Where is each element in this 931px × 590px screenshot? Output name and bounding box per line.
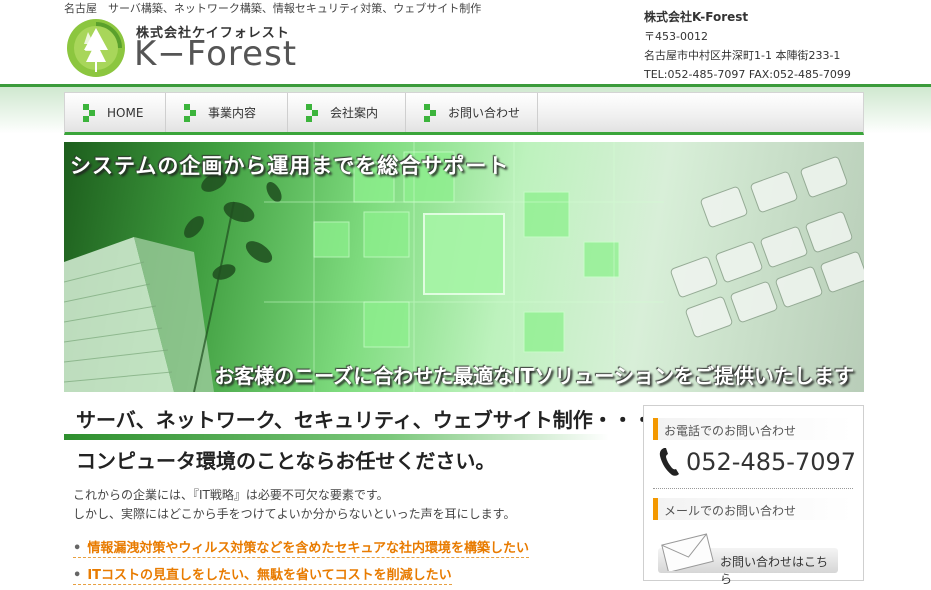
company-tel-fax: TEL:052-485-7097 FAX:052-485-7099: [644, 68, 851, 81]
main-nav: HOME 事業内容 会社案内 お問い合わせ: [64, 92, 864, 135]
phone-contact-label: お電話でのお問い合わせ: [653, 418, 853, 440]
banner-subline: お客様のニーズに合わせた最適なITソリューションをご提供いたします: [214, 364, 854, 388]
mail-contact-label: メールでのお問い合わせ: [653, 498, 853, 520]
nav-item-home[interactable]: HOME: [65, 93, 166, 132]
company-info: 株式会社K-Forest 〒453-0012 名古屋市中村区井深町1-1 本陣街…: [644, 8, 851, 84]
nav-item-label: 事業内容: [208, 106, 257, 120]
service-link-cost[interactable]: ITコストの見直しをしたい、無駄を省いてコストを削減したい: [73, 564, 452, 585]
site-tagline: 名古屋 サーバ構築、ネットワーク構築、情報セキュリティ対策、ウェブサイト制作: [64, 2, 482, 15]
nav-item-label: HOME: [107, 105, 144, 120]
mail-contact-button[interactable]: お問い合わせはこちら: [658, 531, 838, 586]
nav-item-label: お問い合わせ: [448, 106, 521, 120]
company-postal: 〒453-0012: [644, 30, 708, 43]
site-logo[interactable]: 株式会社ケイフォレスト K−Forest: [66, 18, 306, 80]
nav-bullet-icon: [306, 103, 320, 122]
intro-paragraph: これからの企業には、『IT戦略』は必要不可欠な要素です。 しかし、実際にはどこか…: [73, 486, 515, 524]
tree-logo-icon: [67, 19, 125, 77]
main-heading: サーバ、ネットワーク、セキュリティ、ウェブサイト制作・・・: [76, 408, 653, 432]
phone-icon: [659, 448, 679, 476]
phone-contact[interactable]: 052-485-7097: [658, 446, 856, 478]
heading-underline: [64, 434, 609, 440]
contact-box: お電話でのお問い合わせ 052-485-7097 メールでのお問い合わせ お問い…: [643, 405, 864, 586]
company-address: 名古屋市中村区井深町1-1 本陣街233-1: [644, 49, 841, 62]
nav-bullet-icon: [83, 103, 97, 122]
banner-headline: システムの企画から運用までを総合サポート: [70, 154, 510, 178]
intro-line-2: しかし、実際にはどこから手をつけてよいか分からないといった声を耳にします。: [73, 507, 516, 521]
envelope-icon: [661, 533, 714, 571]
phone-number: 052-485-7097: [686, 448, 857, 476]
contact-divider: [653, 488, 853, 489]
mail-button-label: お問い合わせはこちら: [720, 555, 829, 586]
nav-item-services[interactable]: 事業内容: [166, 93, 288, 132]
main-subheading: コンピュータ環境のことならお任せください。: [76, 449, 496, 473]
service-link-security[interactable]: 情報漏洩対策やウィルス対策などを含めたセキュアな社内環境を構築したい: [73, 537, 530, 558]
company-name: 株式会社K-Forest: [644, 10, 749, 24]
nav-bullet-icon: [424, 103, 438, 122]
nav-item-label: 会社案内: [330, 106, 379, 120]
nav-item-company[interactable]: 会社案内: [288, 93, 406, 132]
logo-wordmark: K−Forest: [134, 34, 298, 74]
nav-item-contact[interactable]: お問い合わせ: [406, 93, 538, 132]
hero-banner: システムの企画から運用までを総合サポート お客様のニーズに合わせた最適なITソリ…: [64, 142, 864, 392]
intro-line-1: これからの企業には、『IT戦略』は必要不可欠な要素です。: [73, 488, 389, 502]
nav-bullet-icon: [184, 103, 198, 122]
